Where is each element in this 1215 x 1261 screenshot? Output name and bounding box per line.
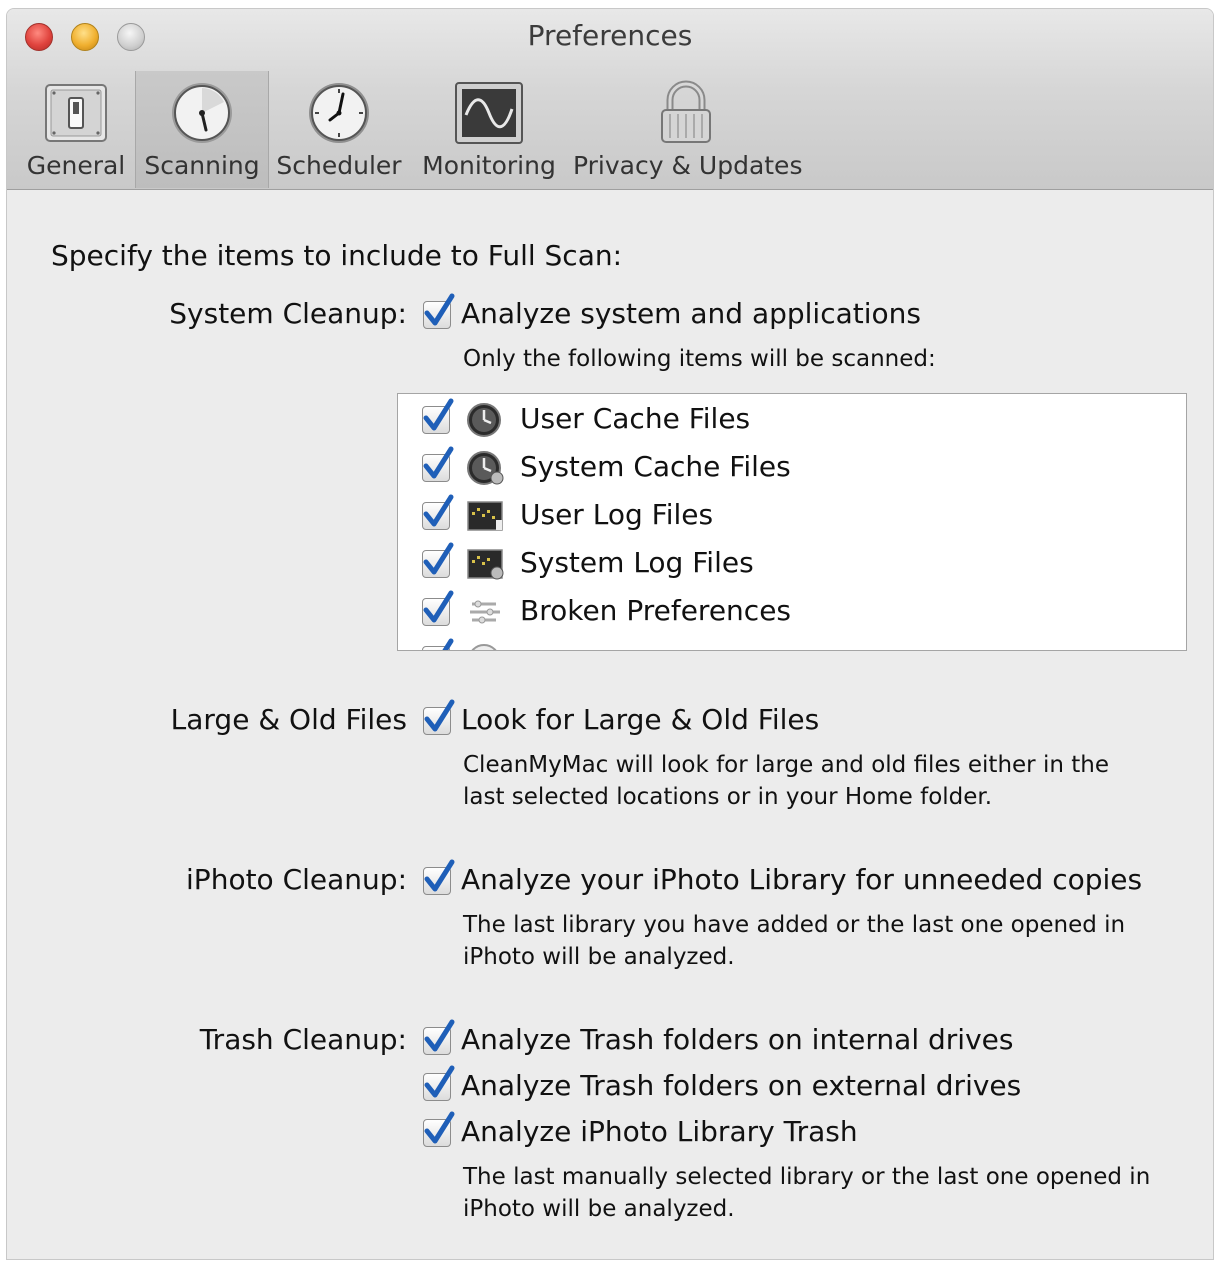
- system-cleanup-option[interactable]: Analyze system and applications: [461, 297, 921, 330]
- list-item-checkbox[interactable]: [422, 542, 454, 578]
- tab-monitoring-label: Monitoring: [422, 151, 556, 180]
- large-old-files-option[interactable]: Look for Large & Old Files: [461, 703, 819, 736]
- list-item-label: Broken Preferences: [520, 594, 792, 627]
- checkmark-icon: [423, 446, 454, 479]
- checkmark-icon: [424, 293, 455, 326]
- tab-scanning-label: Scanning: [144, 151, 260, 180]
- tab-general[interactable]: General: [15, 71, 137, 188]
- iphoto-cleanup-note-line1: The last library you have added or the l…: [463, 912, 1126, 938]
- list-item[interactable]: User Cache Files: [398, 396, 1186, 444]
- iphoto-cleanup-label: iPhoto Cleanup:: [186, 863, 407, 896]
- window-title: Preferences: [527, 19, 693, 52]
- iphoto-cleanup-option[interactable]: Analyze your iPhoto Library for unneeded…: [461, 863, 1142, 896]
- list-item-label: System Cache Files: [520, 450, 791, 483]
- list-item-checkbox[interactable]: [422, 446, 454, 482]
- checkmark-icon: [424, 699, 455, 732]
- monitor-waveform-icon: [455, 82, 523, 144]
- toolbar: Preferences General Scanning Scheduler M…: [7, 9, 1213, 190]
- checkmark-icon: [423, 590, 454, 623]
- list-item-label: System Log Files: [520, 546, 754, 579]
- large-old-files-label: Large & Old Files: [170, 703, 407, 736]
- list-item[interactable]: [398, 636, 1186, 650]
- tab-privacy-updates[interactable]: Privacy & Updates: [573, 71, 803, 188]
- iphoto-cleanup-note-line2: iPhoto will be analyzed.: [463, 944, 735, 970]
- broken-preferences-icon: [470, 600, 500, 624]
- list-item[interactable]: Broken Preferences: [398, 588, 1186, 636]
- list-item-label: User Log Files: [520, 498, 714, 531]
- checkmark-icon: [424, 859, 455, 892]
- trash-cleanup-note-line2: iPhoto will be analyzed.: [463, 1196, 735, 1222]
- checkmark-icon: [424, 1019, 455, 1052]
- log-file-icon: [467, 501, 503, 531]
- system-cleanup-note: Only the following items will be scanned…: [463, 346, 936, 372]
- toggle-switch-icon: [45, 84, 107, 142]
- large-old-files-note-line1: CleanMyMac will look for large and old f…: [463, 752, 1109, 778]
- large-old-files-note-line2: last selected locations or in your Home …: [463, 784, 993, 810]
- trash-cleanup-note-line1: The last manually selected library or th…: [463, 1164, 1151, 1190]
- list-item-label: User Cache Files: [520, 402, 751, 435]
- trash-cleanup-note: The last manually selected library or th…: [463, 1161, 1150, 1225]
- tab-general-label: General: [26, 151, 126, 180]
- list-item-checkbox[interactable]: [422, 494, 454, 530]
- tab-scanning[interactable]: Scanning: [135, 71, 269, 188]
- clock-icon: [309, 83, 369, 143]
- checkmark-icon: [423, 398, 454, 431]
- checkmark-icon: [424, 1065, 455, 1098]
- system-cleanup-checkbox[interactable]: [423, 293, 455, 329]
- scan-items-list[interactable]: User Cache Files System Cache Files User…: [397, 393, 1187, 651]
- list-item-checkbox[interactable]: [422, 638, 454, 650]
- trash-internal-checkbox[interactable]: [423, 1019, 455, 1055]
- checkmark-icon: [424, 1111, 455, 1144]
- iphoto-cleanup-checkbox[interactable]: [423, 859, 455, 895]
- checkmark-icon: [423, 542, 454, 575]
- list-item[interactable]: User Log Files: [398, 492, 1186, 540]
- checkmark-icon: [442, 638, 454, 650]
- list-item-checkbox[interactable]: [422, 398, 454, 434]
- trash-internal-option[interactable]: Analyze Trash folders on internal drives: [461, 1023, 1013, 1056]
- tab-privacy-updates-label: Privacy & Updates: [573, 151, 803, 180]
- tab-scheduler[interactable]: Scheduler: [275, 71, 403, 188]
- tab-scheduler-label: Scheduler: [276, 151, 402, 180]
- partially-hidden-item-icon: [471, 644, 497, 650]
- trash-external-option[interactable]: Analyze Trash folders on external drives: [461, 1069, 1021, 1102]
- checkmark-icon: [423, 494, 454, 527]
- list-item-checkbox[interactable]: [422, 590, 454, 626]
- system-log-file-icon: [467, 549, 504, 580]
- padlock-icon: [661, 80, 711, 143]
- preferences-window: Preferences General Scanning Scheduler M…: [6, 8, 1214, 1260]
- trash-external-checkbox[interactable]: [423, 1065, 455, 1101]
- large-old-files-checkbox[interactable]: [423, 699, 455, 735]
- tab-monitoring[interactable]: Monitoring: [415, 71, 563, 188]
- scanning-gauge-icon: [172, 83, 232, 143]
- list-item[interactable]: System Log Files: [398, 540, 1186, 588]
- iphoto-trash-checkbox[interactable]: [423, 1111, 455, 1147]
- list-item[interactable]: System Cache Files: [398, 444, 1186, 492]
- system-cleanup-label: System Cleanup:: [169, 297, 407, 330]
- iphoto-cleanup-note: The last library you have added or the l…: [463, 909, 1125, 973]
- trash-cleanup-label: Trash Cleanup:: [199, 1023, 407, 1056]
- iphoto-trash-option[interactable]: Analyze iPhoto Library Trash: [461, 1115, 858, 1148]
- large-old-files-note: CleanMyMac will look for large and old f…: [463, 749, 1109, 813]
- page-heading: Specify the items to include to Full Sca…: [51, 239, 623, 272]
- system-cache-clock-icon: [467, 451, 504, 485]
- cache-clock-icon: [467, 403, 501, 437]
